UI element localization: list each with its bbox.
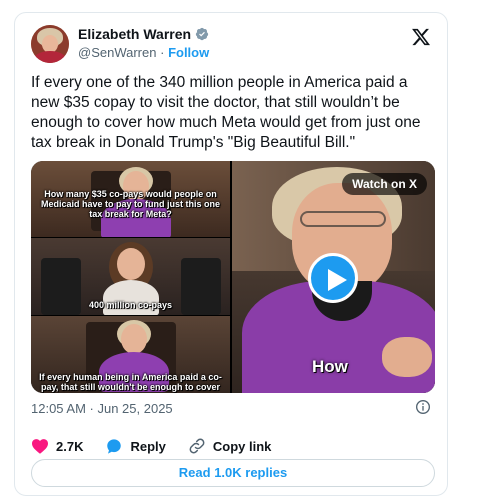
author-handle[interactable]: @SenWarren (78, 45, 156, 60)
video-caption: How (312, 357, 348, 376)
tweet-timestamp[interactable]: 12:05 AM · Jun 25, 2025 (31, 401, 173, 416)
read-replies-button[interactable]: Read 1.0K replies (31, 459, 435, 487)
handle-separator: · (160, 45, 165, 60)
media-image-collage[interactable]: How many $35 co-pays would people on Med… (31, 161, 230, 393)
reply-button[interactable]: Reply (105, 438, 166, 455)
copy-link-button[interactable]: Copy link (188, 437, 272, 455)
follow-button[interactable]: Follow (168, 45, 209, 60)
collage-caption-2: 400 million co-pays (88, 300, 173, 310)
heart-icon (32, 439, 48, 454)
tweet-card: Elizabeth Warren @SenWarren · Follow If … (14, 12, 448, 496)
collage-frame-2: 400 million co-pays (31, 238, 230, 315)
reply-label: Reply (130, 438, 166, 454)
like-button[interactable]: 2.7K (31, 438, 83, 454)
tweet-header: Elizabeth Warren @SenWarren · Follow (31, 25, 431, 65)
x-logo-icon[interactable] (411, 27, 431, 47)
reply-bubble-icon (107, 438, 122, 454)
tweet-media[interactable]: How many $35 co-pays would people on Med… (31, 161, 435, 393)
media-video[interactable]: Watch on X How (232, 161, 435, 393)
verified-badge-icon (195, 27, 209, 41)
info-icon[interactable] (415, 399, 431, 415)
play-icon (328, 269, 347, 291)
collage-caption-1: How many $35 co-pays would people on Med… (40, 189, 220, 219)
collage-frame-3: If every human being in America paid a c… (31, 316, 230, 393)
author-handle-row: @SenWarren · Follow (78, 45, 209, 60)
watch-on-x-button[interactable]: Watch on X (342, 173, 427, 195)
like-count: 2.7K (56, 438, 84, 454)
play-button[interactable] (308, 253, 358, 303)
copy-link-label: Copy link (212, 438, 272, 454)
link-icon (189, 438, 205, 454)
tweet-text: If every one of the 340 million people i… (31, 74, 421, 151)
author-name-row: Elizabeth Warren (78, 26, 209, 42)
author-name[interactable]: Elizabeth Warren (78, 26, 191, 42)
collage-caption-3: If every human being in America paid a c… (39, 372, 222, 393)
collage-frame-1: How many $35 co-pays would people on Med… (31, 161, 230, 237)
avatar[interactable] (31, 25, 69, 63)
tweet-actions: 2.7K Reply Copy link (31, 437, 293, 455)
